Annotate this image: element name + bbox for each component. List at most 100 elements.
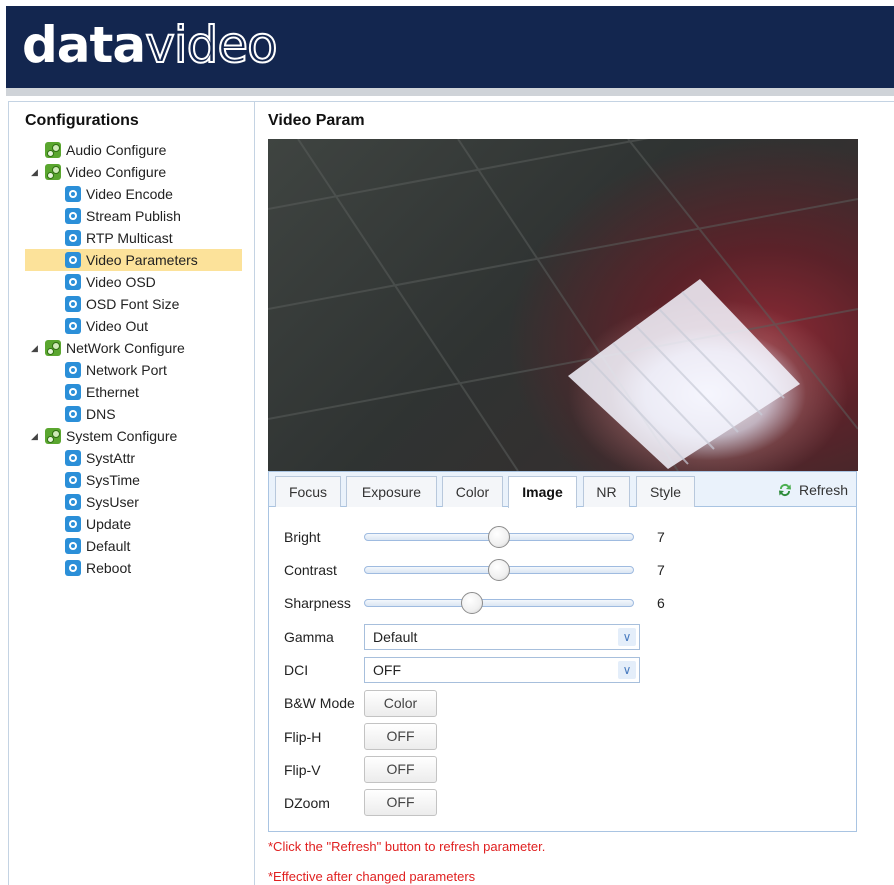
sidebar-item-network-port[interactable]: Network Port [9, 359, 254, 381]
logo-text-bold: data [22, 16, 146, 74]
sidebar-item-label: RTP Multicast [86, 230, 173, 246]
dzoom-label: DZoom [284, 795, 330, 811]
sidebar-item-network-configure[interactable]: ◢ NetWork Configure [9, 337, 254, 359]
sidebar-item-label: Video Out [86, 318, 149, 334]
video-frame-image [268, 139, 858, 471]
sidebar-item-dns[interactable]: DNS [9, 403, 254, 425]
bright-label: Bright [284, 529, 321, 545]
sidebar-item-systime[interactable]: SysTime [9, 469, 254, 491]
sidebar-item-label: SystAttr [86, 450, 136, 466]
group-gear-icon [45, 142, 61, 158]
gear-icon [65, 538, 81, 554]
tab-style[interactable]: Style [636, 476, 695, 507]
gear-icon [65, 494, 81, 510]
effective-hint-note: *Effective after changed parameters [268, 869, 476, 884]
expand-toggle-icon[interactable]: ◢ [31, 161, 38, 183]
gamma-select[interactable]: Default ∨ [364, 624, 640, 650]
sidebar-item-video-configure[interactable]: ◢ Video Configure [9, 161, 254, 183]
sidebar-item-ethernet[interactable]: Ethernet [9, 381, 254, 403]
dci-select-value: OFF [373, 662, 401, 678]
video-preview [268, 139, 858, 471]
gamma-label: Gamma [284, 629, 334, 645]
refresh-label: Refresh [798, 482, 848, 498]
sidebar-item-label: Video Parameters [86, 252, 198, 268]
sidebar-item-video-out[interactable]: Video Out [9, 315, 254, 337]
flip-h-label: Flip-H [284, 729, 322, 745]
tab-exposure[interactable]: Exposure [346, 476, 437, 507]
sidebar-item-video-encode[interactable]: Video Encode [9, 183, 254, 205]
bright-slider-thumb[interactable] [488, 526, 510, 548]
flip-v-button[interactable]: OFF [364, 756, 437, 783]
sidebar-title: Configurations [25, 112, 139, 129]
sharpness-label: Sharpness [284, 595, 351, 611]
sidebar-item-update[interactable]: Update [9, 513, 254, 535]
sidebar-item-label: Network Port [86, 362, 167, 378]
contrast-slider[interactable] [364, 559, 634, 581]
expand-toggle-icon[interactable]: ◢ [31, 337, 38, 359]
configurations-sidebar: Configurations Audio Configure ◢ Video Con… [8, 101, 255, 885]
gear-icon [65, 516, 81, 532]
gamma-select-value: Default [373, 629, 418, 645]
sidebar-item-label: Reboot [86, 560, 132, 576]
dci-label: DCI [284, 662, 309, 678]
dzoom-button[interactable]: OFF [364, 789, 437, 816]
tab-bar: Focus Exposure Color Image NR Style Refr… [269, 472, 856, 508]
sidebar-item-label: SysTime [86, 472, 140, 488]
header-divider [6, 88, 894, 96]
bw-mode-button[interactable]: Color [364, 690, 437, 717]
header-banner: datavideo [6, 6, 894, 88]
sidebar-item-stream-publish[interactable]: Stream Publish [9, 205, 254, 227]
gear-icon [65, 560, 81, 576]
bright-value: 7 [657, 529, 665, 545]
sidebar-item-label: Update [86, 516, 132, 532]
gear-icon [65, 362, 81, 378]
chevron-down-icon: ∨ [618, 661, 636, 679]
gear-icon [65, 472, 81, 488]
sidebar-item-label: DNS [86, 406, 116, 422]
contrast-slider-thumb[interactable] [488, 559, 510, 581]
expand-toggle-icon[interactable]: ◢ [31, 425, 38, 447]
flip-h-button[interactable]: OFF [364, 723, 437, 750]
sidebar-item-label: OSD Font Size [86, 296, 180, 312]
sidebar-item-rtp-multicast[interactable]: RTP Multicast [9, 227, 254, 249]
gear-icon [65, 296, 81, 312]
sidebar-item-label: Stream Publish [86, 208, 181, 224]
sidebar-item-reboot[interactable]: Reboot [9, 557, 254, 579]
sidebar-item-osd-font-size[interactable]: OSD Font Size [9, 293, 254, 315]
gear-icon [65, 384, 81, 400]
contrast-label: Contrast [284, 562, 337, 578]
bright-slider[interactable] [364, 526, 634, 548]
sharpness-slider-thumb[interactable] [461, 592, 484, 614]
chevron-down-icon: ∨ [618, 628, 636, 646]
sidebar-item-default[interactable]: Default [9, 535, 254, 557]
tab-color[interactable]: Color [442, 476, 503, 507]
tab-focus[interactable]: Focus [275, 476, 341, 507]
gear-icon [65, 274, 81, 290]
sidebar-item-sysuser[interactable]: SysUser [9, 491, 254, 513]
gear-icon [65, 208, 81, 224]
datavideo-logo: datavideo [22, 10, 279, 80]
refresh-icon [778, 484, 791, 496]
sidebar-item-system-configure[interactable]: ◢ System Configure [9, 425, 254, 447]
gear-icon [65, 252, 81, 268]
sidebar-item-label: SysUser [86, 494, 139, 510]
sidebar-item-audio-configure[interactable]: Audio Configure [9, 139, 254, 161]
tab-nr[interactable]: NR [583, 476, 630, 507]
gear-icon [65, 406, 81, 422]
sidebar-item-label: System Configure [66, 428, 178, 444]
dci-select[interactable]: OFF ∨ [364, 657, 640, 683]
refresh-hint-note: *Click the "Refresh" button to refresh p… [268, 839, 546, 854]
sharpness-slider[interactable] [364, 592, 634, 614]
sidebar-item-label: Ethernet [86, 384, 139, 400]
sidebar-item-video-parameters[interactable]: Video Parameters [9, 249, 254, 271]
sidebar-item-video-osd[interactable]: Video OSD [9, 271, 254, 293]
refresh-button[interactable]: Refresh [778, 479, 848, 501]
gear-icon [65, 450, 81, 466]
sidebar-item-label: Video Encode [86, 186, 173, 202]
tab-image[interactable]: Image [508, 476, 577, 508]
sidebar-item-label: Default [86, 538, 131, 554]
page-title: Video Param [268, 112, 365, 129]
contrast-value: 7 [657, 562, 665, 578]
sidebar-item-systattr[interactable]: SystAttr [9, 447, 254, 469]
gear-icon [65, 230, 81, 246]
